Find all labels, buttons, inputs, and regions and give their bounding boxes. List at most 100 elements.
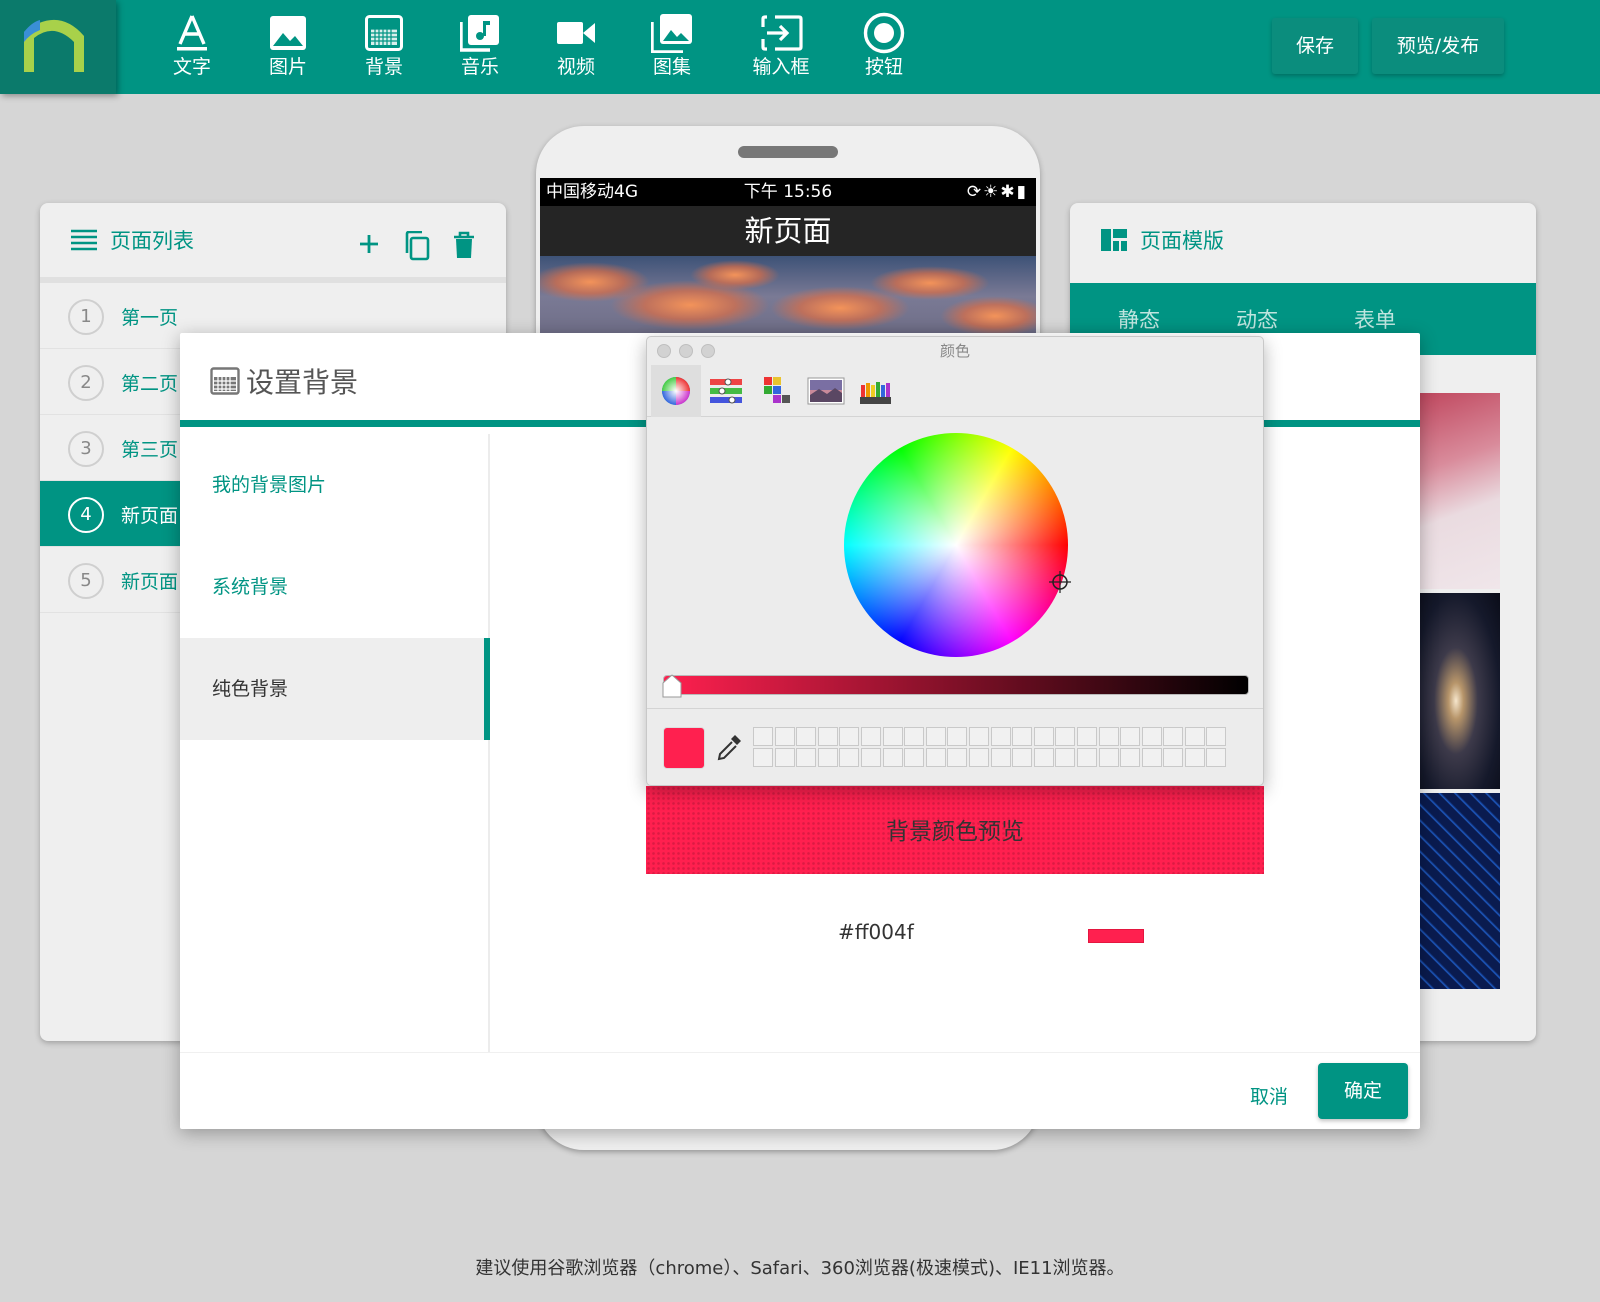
color-swatch[interactable]	[1088, 929, 1144, 943]
empty-swatch-slot[interactable]	[882, 747, 903, 767]
nav-system-backgrounds[interactable]: 系统背景	[180, 536, 488, 638]
brightness-slider[interactable]	[663, 675, 1249, 695]
empty-swatch-slot[interactable]	[1163, 747, 1184, 767]
empty-swatch-slot[interactable]	[990, 727, 1011, 746]
page-name: 第二页	[121, 373, 179, 395]
cancel-button[interactable]: 取消	[1238, 1070, 1300, 1124]
button-icon	[863, 12, 905, 54]
app-logo[interactable]	[0, 0, 116, 94]
empty-swatch-slot[interactable]	[882, 727, 903, 746]
video-icon	[557, 22, 595, 44]
mode-image-palette[interactable]	[801, 365, 851, 417]
empty-swatch-slot[interactable]	[947, 747, 968, 767]
brightness-slider-knob[interactable]	[661, 673, 683, 699]
mode-sliders[interactable]	[701, 365, 751, 417]
empty-swatch-slot[interactable]	[1120, 747, 1141, 767]
empty-swatch-slot[interactable]	[1033, 747, 1054, 767]
mode-palettes[interactable]	[751, 365, 801, 417]
nav-my-backgrounds[interactable]: 我的背景图片	[180, 434, 488, 536]
current-color-swatch[interactable]	[663, 727, 705, 769]
minimize-window-button[interactable]	[679, 344, 693, 358]
hex-value[interactable]: #ff004f	[838, 920, 988, 942]
browser-recommendation: 建议使用谷歌浏览器（chrome）、Safari、360浏览器(极速模式)、IE…	[475, 1258, 1125, 1279]
tool-input-box[interactable]: 输入框	[736, 12, 826, 78]
delete-page-icon[interactable]	[452, 231, 476, 259]
template-thumbnail[interactable]	[1420, 593, 1500, 789]
empty-swatch-slot[interactable]	[1120, 727, 1141, 746]
empty-swatch-slot[interactable]	[1055, 747, 1076, 767]
tool-button-label: 按钮	[864, 56, 903, 78]
zoom-window-button[interactable]	[701, 344, 715, 358]
color-wheel-crosshair[interactable]	[1049, 571, 1071, 593]
mode-crayons[interactable]	[851, 365, 901, 417]
empty-swatch-slot[interactable]	[1055, 727, 1076, 746]
empty-swatch-slot[interactable]	[839, 727, 860, 746]
add-page-icon[interactable]	[356, 231, 382, 257]
tool-image[interactable]: 图片	[248, 12, 328, 78]
confirm-button[interactable]: 确定	[1318, 1063, 1408, 1119]
empty-swatch-slot[interactable]	[904, 727, 925, 746]
phone-screen: 中国移动4G 下午 15:56 ⟳☀✱▮ 新页面	[540, 178, 1036, 338]
empty-swatch-slot[interactable]	[968, 727, 989, 746]
empty-swatch-slot[interactable]	[1012, 747, 1033, 767]
input-box-icon	[761, 15, 803, 51]
tool-background[interactable]: 背景	[344, 12, 424, 78]
empty-swatch-slot[interactable]	[753, 747, 773, 767]
empty-swatch-slot[interactable]	[1141, 747, 1162, 767]
empty-swatch-slot[interactable]	[839, 747, 860, 767]
empty-swatch-slot[interactable]	[947, 727, 968, 746]
save-button[interactable]: 保存	[1272, 18, 1358, 74]
nav-solid-color[interactable]: 纯色背景	[180, 638, 490, 740]
empty-swatch-slot[interactable]	[925, 747, 946, 767]
empty-swatch-slot[interactable]	[1141, 727, 1162, 746]
empty-swatch-slot[interactable]	[1206, 727, 1227, 746]
empty-swatch-slot[interactable]	[1163, 727, 1184, 746]
tool-video[interactable]: 视频	[536, 12, 616, 78]
empty-swatch-slot[interactable]	[1184, 747, 1205, 767]
empty-swatch-slot[interactable]	[925, 727, 946, 746]
empty-swatch-slot[interactable]	[1098, 727, 1119, 746]
top-toolbar: 文字 图片 背景 音乐 视频 图集 输入框 按钮 保存 预览/发布	[0, 0, 1600, 94]
empty-swatch-slot[interactable]	[1076, 727, 1097, 746]
background-icon	[210, 367, 240, 395]
empty-swatch-slot[interactable]	[1033, 727, 1054, 746]
empty-swatch-slot[interactable]	[817, 747, 838, 767]
gallery-icon	[651, 14, 692, 53]
color-wheel[interactable]	[844, 433, 1068, 657]
close-window-button[interactable]	[657, 344, 671, 358]
template-thumbnails	[1420, 393, 1500, 993]
empty-swatch-slot[interactable]	[990, 747, 1011, 767]
phone-status-bar: 中国移动4G 下午 15:56 ⟳☀✱▮	[540, 178, 1036, 206]
page-list-header: 页面列表	[40, 203, 506, 283]
empty-swatch-slot[interactable]	[753, 727, 773, 746]
template-thumbnail[interactable]	[1420, 793, 1500, 989]
empty-swatch-slot[interactable]	[817, 727, 838, 746]
empty-swatch-slot[interactable]	[860, 727, 881, 746]
empty-swatch-slot[interactable]	[1076, 747, 1097, 767]
empty-swatch-slot[interactable]	[860, 747, 881, 767]
tool-text[interactable]: 文字	[152, 12, 232, 78]
tool-gallery[interactable]: 图集	[632, 12, 712, 78]
empty-swatch-slot[interactable]	[1206, 747, 1227, 767]
template-thumbnail[interactable]	[1420, 393, 1500, 589]
empty-swatch-slot[interactable]	[904, 747, 925, 767]
tool-music[interactable]: 音乐	[440, 12, 520, 78]
empty-swatch-slot[interactable]	[968, 747, 989, 767]
empty-swatch-slot[interactable]	[1012, 727, 1033, 746]
empty-swatch-slot[interactable]	[796, 747, 817, 767]
sliders-icon	[710, 378, 742, 404]
empty-swatch-slot[interactable]	[796, 727, 817, 746]
preview-publish-button[interactable]: 预览/发布	[1372, 18, 1504, 74]
empty-swatch-slot[interactable]	[774, 727, 795, 746]
color-preview-box: 背景颜色预览	[646, 786, 1264, 874]
empty-swatch-slot[interactable]	[1098, 747, 1119, 767]
template-header: 页面模版	[1070, 203, 1536, 283]
empty-swatch-slot[interactable]	[774, 747, 795, 767]
eyedropper-icon[interactable]	[715, 731, 745, 763]
tool-button[interactable]: 按钮	[844, 12, 924, 78]
empty-swatch-slot[interactable]	[1184, 727, 1205, 746]
tool-music-label: 音乐	[460, 56, 499, 78]
copy-page-icon[interactable]	[404, 231, 430, 261]
mode-color-wheel[interactable]	[651, 365, 701, 417]
status-icons: ⟳☀✱▮	[966, 182, 1028, 202]
